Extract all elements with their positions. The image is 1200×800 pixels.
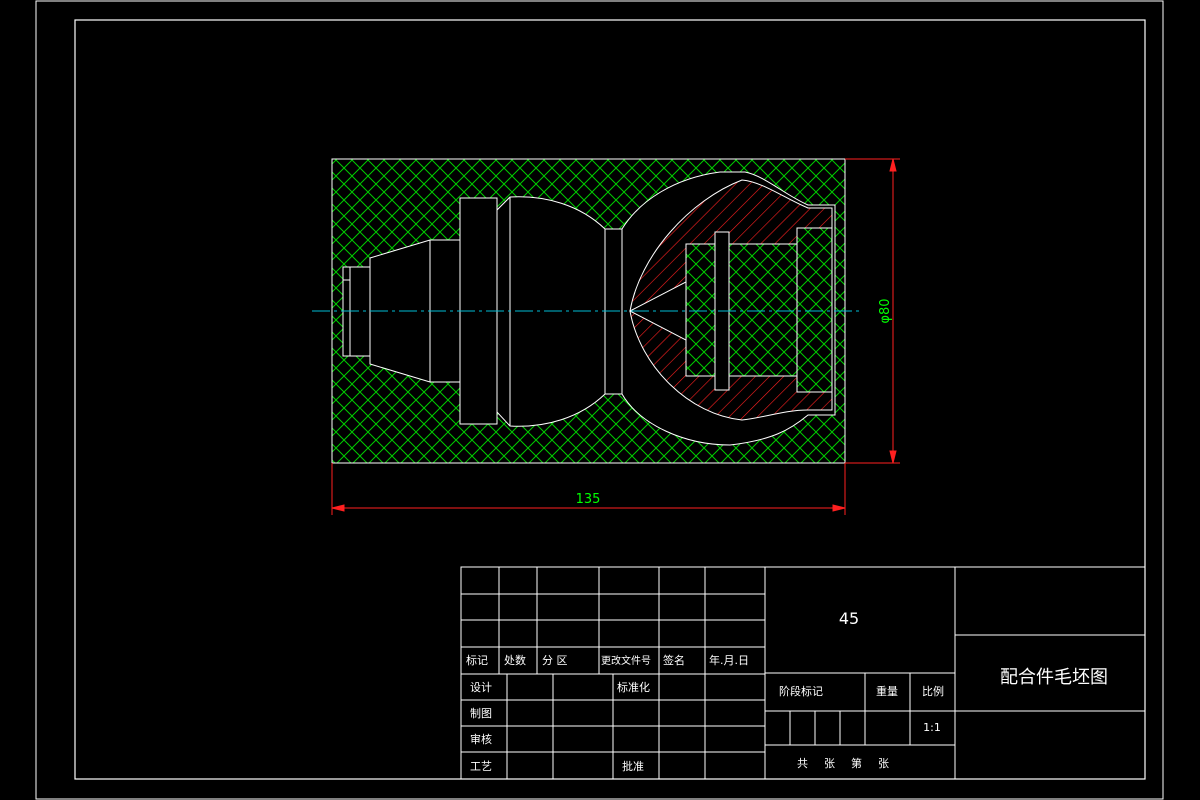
length-dimension-text: 135 — [576, 492, 601, 507]
length-dimension — [331, 463, 846, 515]
row-approve: 批准 — [622, 759, 644, 773]
sheets-unit-1: 张 — [824, 757, 835, 770]
header-change-doc: 更改文件号 — [601, 654, 651, 667]
header-mark: 标记 — [466, 653, 488, 667]
drawing-title: 配合件毛坯图 — [1000, 667, 1108, 688]
row-review: 审核 — [470, 732, 492, 746]
header-zone: 分 区 — [542, 654, 568, 667]
row-process: 工艺 — [470, 760, 492, 773]
sheets-unit-2: 张 — [878, 757, 889, 770]
header-signature: 签名 — [663, 653, 685, 667]
cad-drawing: 135 φ80 标记 处数 分 区 更改文件号 签名 年.月.日 设计 标准化 … — [35, 0, 1164, 800]
diameter-dimension-text: φ80 — [878, 298, 893, 323]
weight-label: 重量 — [876, 684, 898, 698]
title-block-text: 标记 处数 分 区 更改文件号 签名 年.月.日 设计 标准化 制图 审核 工艺… — [466, 609, 1108, 773]
row-drafting: 制图 — [470, 707, 492, 720]
stage-mark-label: 阶段标记 — [779, 684, 823, 698]
row-standardize: 标准化 — [617, 680, 650, 694]
row-design: 设计 — [470, 681, 492, 694]
scale-label: 比例 — [922, 684, 944, 698]
scale-value: 1:1 — [923, 721, 941, 734]
material-value: 45 — [839, 609, 859, 628]
sheets-page: 第 — [851, 756, 862, 770]
sheets-total: 共 — [797, 757, 808, 770]
header-date: 年.月.日 — [709, 653, 749, 667]
header-count: 处数 — [504, 654, 526, 667]
